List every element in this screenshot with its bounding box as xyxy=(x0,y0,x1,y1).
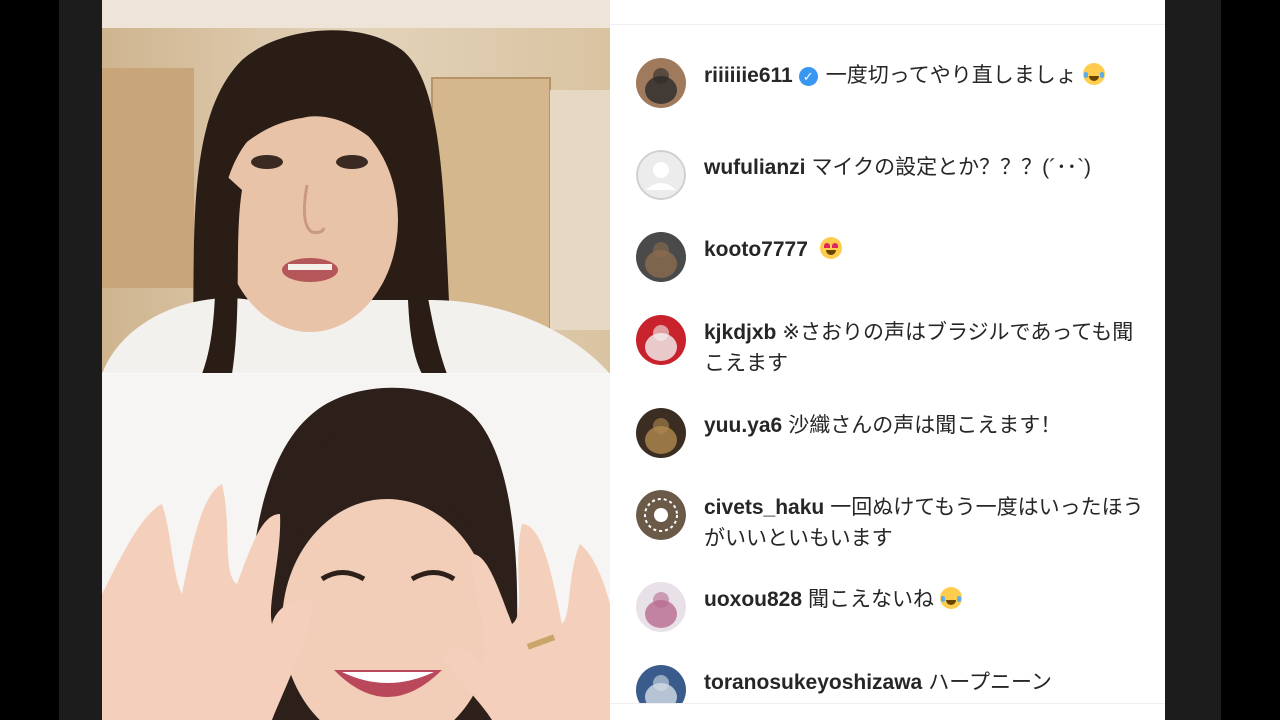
comment-text: riiiiiie611 ✓ 一度切ってやり直しましょ xyxy=(704,60,1144,91)
comment-text: wufulianzi マイクの設定とか？？？(´･･`) xyxy=(704,152,1144,183)
comment-text: uoxou828 聞こえないね xyxy=(704,584,1144,615)
comment-username[interactable]: yuu.ya6 xyxy=(704,414,782,437)
joy-icon xyxy=(1082,63,1105,85)
heart-eyes-icon xyxy=(819,237,842,259)
comment-username[interactable]: uoxou828 xyxy=(704,588,802,611)
avatar[interactable] xyxy=(636,150,686,200)
avatar[interactable] xyxy=(636,490,686,540)
comments-panel[interactable]: riiiiiie611 ✓ 一度切ってやり直しましょ wufulianzi マイクの設… xyxy=(610,0,1165,720)
comment-text: kooto7777 xyxy=(704,234,1144,265)
left-letterbox xyxy=(59,0,102,720)
comments-header xyxy=(610,0,1165,25)
instagram-live-screen: riiiiiie611 ✓ 一度切ってやり直しましょ wufulianzi マイクの設… xyxy=(0,0,1280,720)
comment-username[interactable]: toranosukeyoshizawa xyxy=(704,671,922,694)
avatar[interactable] xyxy=(636,58,686,108)
avatar[interactable] xyxy=(636,232,686,282)
comment-text: kjkdjxb ※さおりの声はブラジルであっても聞こえます xyxy=(704,317,1144,379)
comment-username[interactable]: kooto7777 xyxy=(704,238,808,261)
host-video-frame xyxy=(102,0,610,374)
avatar[interactable] xyxy=(636,582,686,632)
comment-text: civets_haku 一回ぬけてもう一度はいったほうがいいといもいます xyxy=(704,492,1144,554)
guest-video xyxy=(102,374,610,720)
comment-username[interactable]: kjkdjxb xyxy=(704,321,776,344)
comment-text: toranosukeyoshizawa ハープニーン xyxy=(704,667,1144,698)
comment-body: 聞こえないね xyxy=(808,588,935,611)
host-video xyxy=(102,0,610,374)
comment-text: yuu.ya6 沙織さんの声は聞こえます！ xyxy=(704,410,1144,441)
comment-body: ハープニーン xyxy=(928,671,1052,694)
comment-username[interactable]: civets_haku xyxy=(704,496,824,519)
comment-body: 一度切ってやり直しましょ xyxy=(825,64,1077,87)
verified-badge-icon: ✓ xyxy=(798,67,818,86)
guest-video-frame xyxy=(102,374,610,720)
comment-username[interactable]: riiiiiie611 xyxy=(704,64,793,87)
comment-username[interactable]: wufulianzi xyxy=(704,156,806,179)
right-letterbox xyxy=(1165,0,1221,720)
sob-icon xyxy=(939,587,962,609)
comments-footer xyxy=(610,703,1165,720)
comment-body: マイクの設定とか？？？(´･･`) xyxy=(811,156,1092,179)
avatar[interactable] xyxy=(636,315,686,365)
comment-body: 沙織さんの声は聞こえます！ xyxy=(788,414,1062,437)
avatar[interactable] xyxy=(636,408,686,458)
